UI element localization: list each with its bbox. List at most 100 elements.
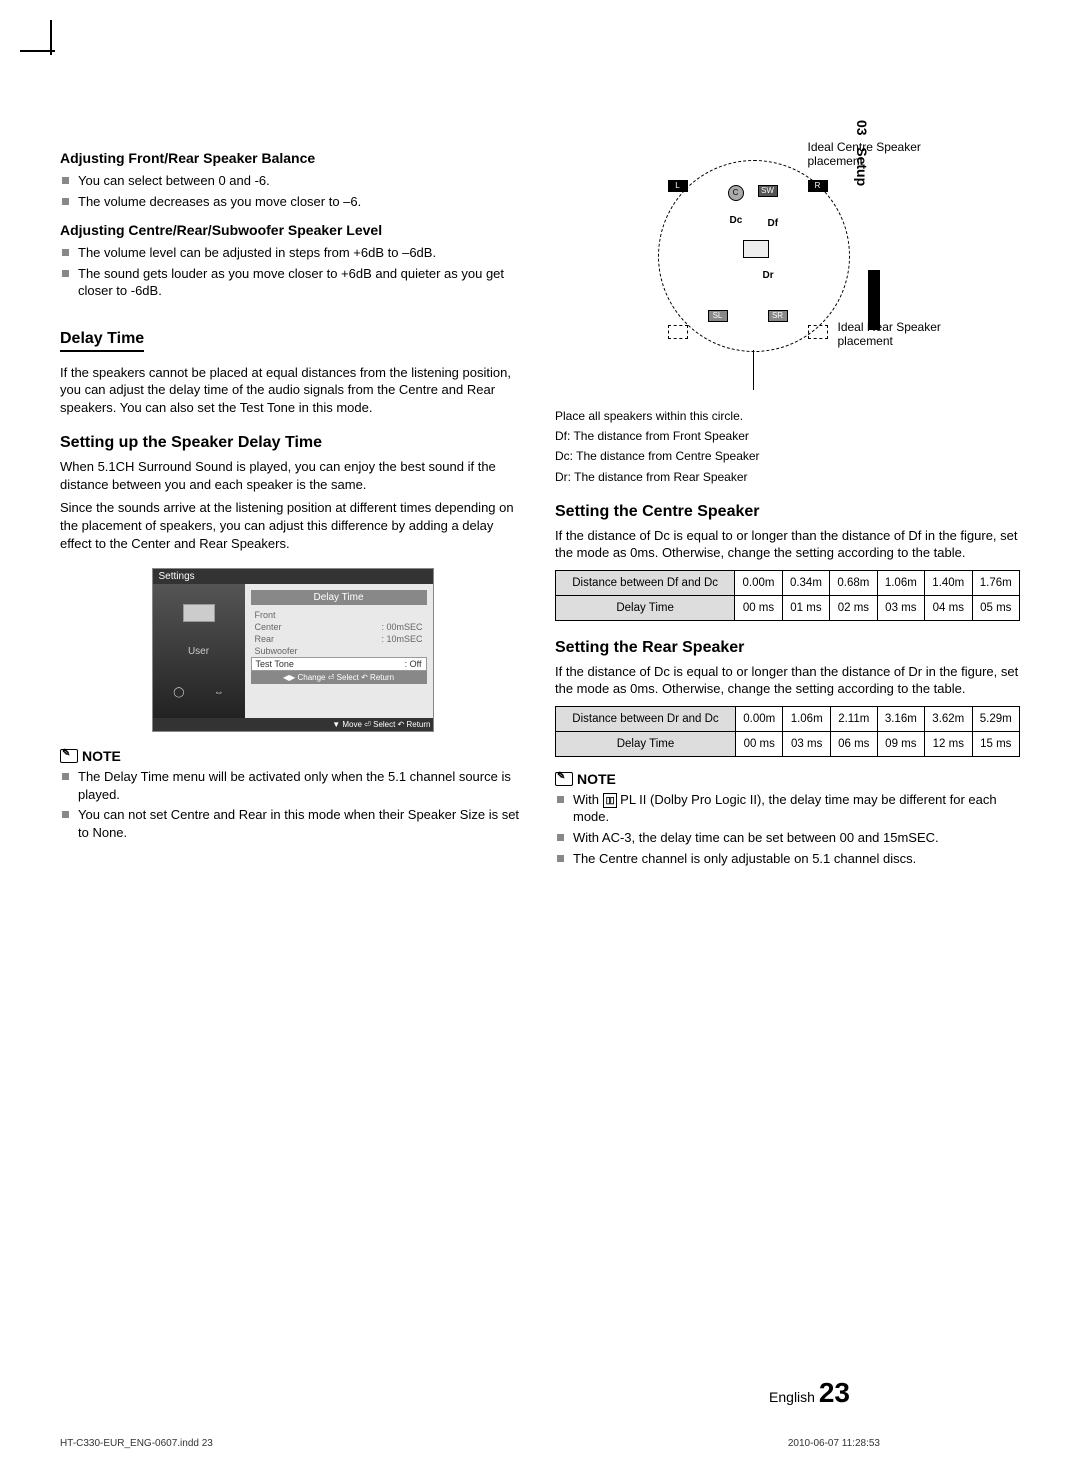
table-cell: 0.00m [736,706,783,731]
caption: Dr: The distance from Rear Speaker [555,469,1020,485]
heading-delay-time: Delay Time [60,330,144,352]
caption: Df: The distance from Front Speaker [555,428,1020,444]
osd-row-selected: Test Tone: Off [251,657,427,671]
speaker-c: C [728,185,744,201]
note-label-text: NOTE [82,748,121,764]
list-level: The volume level can be adjusted in step… [60,244,525,300]
table-cell: 1.06m [783,706,830,731]
table-cell: 0.68m [830,570,877,595]
speaker-sr: SR [768,310,788,322]
list-item: You can select between 0 and -6. [60,172,525,190]
page: 03 Setup Adjusting Front/Rear Speaker Ba… [0,0,1080,1479]
content-columns: Adjusting Front/Rear Speaker Balance You… [60,140,1020,879]
table-cell: 03 ms [783,731,830,756]
note-list: With ▯▯ PL II (Dolby Pro Logic II), the … [555,791,1020,867]
table-cell: 02 ms [830,595,877,620]
right-column: Ideal Centre Speaker placement Ideal Rea… [555,140,1020,879]
table-centre: Distance between Df and Dc 0.00m 0.34m 0… [555,570,1020,621]
note-label-text: NOTE [577,771,616,787]
osd-main: Delay Time Front Center: 00mSEC Rear: 10… [245,584,433,718]
speaker-r: R [808,180,828,192]
table-cell: 1.06m [877,570,924,595]
osd-row: Center: 00mSEC [251,621,427,633]
label-dc: Dc [730,215,743,226]
list-item: The Centre channel is only adjustable on… [555,850,1020,868]
table-cell: 04 ms [925,595,972,620]
listener-icon [743,240,769,258]
heading-adjust-level: Adjusting Centre/Rear/Subwoofer Speaker … [60,222,525,238]
print-meta: HT-C330-EUR_ENG-0607.indd 23 2010-06-07 … [60,1438,880,1449]
meta-date: 2010-06-07 11:28:53 [788,1438,880,1449]
note-icon [60,749,78,763]
list-item: The sound gets louder as you move closer… [60,265,525,300]
label-dr: Dr [763,270,774,281]
note-heading: NOTE [60,748,525,764]
note-icon [555,772,573,786]
paragraph: Since the sounds arrive at the listening… [60,499,525,552]
speaker-sl: SL [708,310,728,322]
table-header: Delay Time [556,731,736,756]
table-cell: 05 ms [972,595,1019,620]
vertical-line [753,350,754,390]
crop-mark-h [20,50,55,52]
osd-screenshot: Settings User ◯ ⇔ Delay Time Front Cente… [152,568,434,732]
list-item: You can not set Centre and Rear in this … [60,806,525,841]
label-ideal-rear: Ideal Rear Speaker placement [838,320,968,348]
table-cell: 1.76m [972,570,1019,595]
table-cell: 1.40m [925,570,972,595]
table-header: Distance between Dr and Dc [556,706,736,731]
osd-sidebar: User ◯ ⇔ [153,584,245,718]
heading-setup-delay: Setting up the Speaker Delay Time [60,434,525,452]
dashed-speaker-left [668,325,688,339]
table-cell: 01 ms [782,595,829,620]
table-cell: 03 ms [877,595,924,620]
text: With [573,792,603,807]
speaker-diagram: Ideal Centre Speaker placement Ideal Rea… [618,140,958,400]
chapter-number: 03 [854,120,870,136]
table-rear: Distance between Dr and Dc 0.00m 1.06m 2… [555,706,1020,757]
table-cell: 5.29m [972,706,1019,731]
footer-lang: English [769,1389,815,1405]
meta-file: HT-C330-EUR_ENG-0607.indd 23 [60,1438,213,1449]
table-cell: 00 ms [736,731,783,756]
paragraph: If the distance of Dc is equal to or lon… [555,527,1020,562]
heading-centre-speaker: Setting the Centre Speaker [555,503,1020,521]
dolby-icon: ▯▯ [603,793,617,807]
label-df: Df [768,218,779,229]
table-cell: 15 ms [972,731,1019,756]
dashed-speaker-right [808,325,828,339]
table-cell: 09 ms [877,731,924,756]
text: PL II (Dolby Pro Logic II), the delay ti… [573,792,997,825]
osd-header: Delay Time [251,590,427,605]
list-item: With AC-3, the delay time can be set bet… [555,829,1020,847]
osd-row: Rear: 10mSEC [251,633,427,645]
list-item: The Delay Time menu will be activated on… [60,768,525,803]
table-cell: 3.16m [877,706,924,731]
note-heading: NOTE [555,771,1020,787]
heading-rear-speaker: Setting the Rear Speaker [555,639,1020,657]
speaker-sw: SW [758,185,778,197]
osd-footer1: ◀▶ Change ⏎ Select ↶ Return [251,671,427,684]
label-ideal-centre: Ideal Centre Speaker placement [808,140,938,168]
table-cell: 06 ms [830,731,877,756]
heading-adjust-front-rear: Adjusting Front/Rear Speaker Balance [60,150,525,166]
table-cell: 0.34m [782,570,829,595]
footer-page: 23 [819,1377,850,1408]
table-cell: 12 ms [925,731,972,756]
table-cell: 00 ms [735,595,782,620]
osd-row: Front [251,609,427,621]
page-footer: English 23 [769,1377,850,1409]
list-item: The volume decreases as you move closer … [60,193,525,211]
table-header: Delay Time [556,595,735,620]
table-header: Distance between Df and Dc [556,570,735,595]
table-cell: 2.11m [830,706,877,731]
osd-user-label: User [159,646,239,657]
osd-row: Subwoofer [251,645,427,657]
table-cell: 0.00m [735,570,782,595]
list-item: The volume level can be adjusted in step… [60,244,525,262]
disc-icon: ◯ [173,687,184,698]
paragraph: If the speakers cannot be placed at equa… [60,364,525,417]
list-front-rear: You can select between 0 and -6. The vol… [60,172,525,210]
caption: Dc: The distance from Centre Speaker [555,448,1020,464]
osd-titlebar: Settings [153,569,433,584]
